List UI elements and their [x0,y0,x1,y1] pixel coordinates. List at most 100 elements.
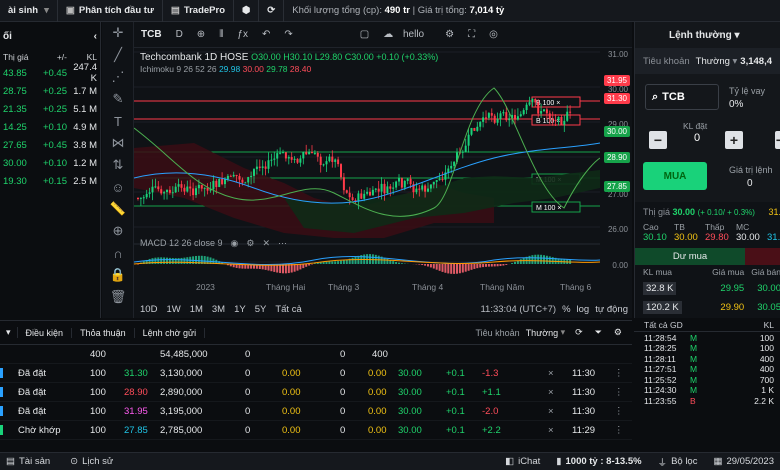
range-button[interactable]: 1Y [234,304,246,315]
cloud-icon[interactable]: ☁ hello [383,29,431,40]
filter-icon[interactable]: ⏷ [595,327,602,338]
buy-button[interactable]: MUA [643,162,707,190]
ratio-value: 0% [729,99,744,110]
fullscreen-icon[interactable]: ⛶ [468,29,475,40]
brush-icon[interactable]: ✎ [102,88,134,110]
watchlist-row[interactable]: 28.75 +0.25 1.7 M [0,82,100,100]
row-menu-icon[interactable]: ⋮ [614,368,624,379]
close-icon[interactable]: ✕ [262,238,270,249]
account-select[interactable]: Thường [696,56,730,67]
text-icon[interactable]: T [102,110,134,132]
range-button[interactable]: Tất cả [275,304,301,315]
crosshair-icon[interactable]: ✛ [102,22,134,44]
ruler-icon[interactable]: 📏 [102,198,134,220]
watchlist-row[interactable]: 43.85 +0.45 247.4 K [0,62,100,84]
share-button[interactable]: ⬢ [234,0,260,22]
undo-icon[interactable]: ↶ [262,29,270,40]
order-row[interactable]: Đã đặt 100 28.90 2,890,000 0 0.00 0 0.00 30.00 +0… [0,383,632,402]
pattern-icon[interactable]: ⋈ [102,132,134,154]
tab-pending[interactable]: Lệnh chờ gửi [135,327,206,338]
trash-icon[interactable]: 🗑 [102,286,134,308]
lock-icon[interactable]: 🔒 [102,264,134,286]
order-row[interactable]: Đã đặt 100 31.95 3,195,000 0 0.00 0 0.00 30.00 +0… [0,402,632,421]
magnet-icon[interactable]: ∩ [102,242,134,264]
layout-icon[interactable]: ▢ [360,29,369,40]
forecast-icon[interactable]: ⇅ [102,154,134,176]
menu-asset[interactable]: ài sinh ▾ [0,0,58,22]
price-chart[interactable]: B 100 ×B 100 ×M 100 ×M 100 × [134,48,600,318]
watchlist-row[interactable]: 14.25 +0.10 4.9 M [0,118,100,136]
menu-analysis[interactable]: ▣ Phân tích đầu tư [58,0,163,22]
candle-body [487,113,490,118]
candle-body [334,159,337,162]
range-button[interactable]: 1M [190,304,203,315]
cancel-order-icon[interactable]: × [548,368,554,379]
tab-agreement[interactable]: Thỏa thuận [72,327,135,338]
qty-minus-button[interactable]: − [649,131,667,149]
watchlist-row[interactable]: 30.00 +0.10 1.2 M [0,154,100,172]
price-minus-button[interactable]: − [775,131,780,149]
settings-icon[interactable]: ⚙ [445,29,454,40]
log-toggle[interactable]: log [577,304,590,315]
trades-filter[interactable]: Tất cả GD [634,320,694,330]
order-badge[interactable]: M 100 × [531,201,581,213]
compare-icon[interactable]: ⊕ [197,29,205,40]
chart-type-icon[interactable]: ⫴ [219,29,223,40]
more-icon[interactable]: ⋯ [278,238,287,249]
svg-text:M 100 ×: M 100 × [536,205,562,212]
percent-toggle[interactable]: % [562,304,570,315]
candle-body [299,158,302,163]
order-row[interactable]: Đã đặt 100 31.30 3,130,000 0 0.00 0 0.00 30.00 +0… [0,364,632,383]
gear-icon[interactable]: ⚙ [246,238,254,249]
filter-link[interactable]: Bộ lọc [671,456,697,467]
snapshot-icon[interactable]: ◎ [489,29,498,40]
tab-conditional[interactable]: Điều kiện [18,327,73,338]
candle-body [186,186,189,192]
chat-link[interactable]: iChat [518,456,540,467]
cancel-order-icon[interactable]: × [548,406,554,417]
bid-row[interactable]: 32.8 K 29.95 30.00 [635,279,780,298]
interval-selector[interactable]: D [176,29,183,40]
watchlist-row[interactable]: 21.35 +0.25 5.1 M [0,100,100,118]
qty-plus-button[interactable]: + [725,131,743,149]
watchlist-row[interactable]: 27.65 +0.45 3.8 M [0,136,100,154]
menu-tradepro[interactable]: ▤ TradePro [163,0,234,22]
bid-row[interactable]: 120.2 K 29.90 30.05 [635,298,780,317]
cancel-order-icon[interactable]: × [548,387,554,398]
row-menu-icon[interactable]: ⋮ [614,406,624,417]
emoji-icon[interactable]: ☺ [102,176,134,198]
orders-account-select[interactable]: Thường [526,328,558,338]
candle-body [438,179,441,181]
row-menu-icon[interactable]: ⋮ [614,425,624,436]
trendline-icon[interactable]: ╱ [102,44,134,66]
range-button[interactable]: 10D [140,304,157,315]
qty-input[interactable]: 0 [671,132,723,144]
refresh-button[interactable]: ⟳ [259,0,285,22]
macd-bar [490,264,493,267]
indicator-icon[interactable]: ƒx [237,29,248,40]
collapse-icon[interactable]: ‹ [94,31,97,42]
symbol-selector[interactable]: TCB [141,29,162,40]
row-menu-icon[interactable]: ⋮ [614,387,624,398]
fib-icon[interactable]: ⋰ [102,66,134,88]
tab-dummy[interactable]: ▾ [0,327,18,338]
candle-body [453,161,456,166]
range-button[interactable]: 3M [212,304,225,315]
range-button[interactable]: 5Y [255,304,267,315]
eye-icon[interactable]: ◉ [231,238,239,249]
symbol-input[interactable]: ⌕ TCB [645,84,719,110]
redo-icon[interactable]: ↷ [284,29,292,40]
auto-toggle[interactable]: tự động [595,304,628,315]
assets-link[interactable]: Tài sản [19,456,50,467]
settings-orders-icon[interactable]: ⚙ [614,327,622,338]
trade-side: M [690,364,698,375]
cancel-order-icon[interactable]: × [548,425,554,436]
zoom-icon[interactable]: ⊕ [102,220,134,242]
range-button[interactable]: 1W [166,304,180,315]
order-mode[interactable]: Lệnh thường ▾ [635,22,780,48]
history-link[interactable]: Lịch sử [82,456,113,467]
order-row[interactable]: Chờ khớp 100 27.85 2,785,000 0 0.00 0 0.00 30.00… [0,421,632,440]
candle-body [435,180,438,182]
refresh-orders-icon[interactable]: ⟳ [575,327,583,338]
watchlist-row[interactable]: 19.30 +0.15 2.5 M [0,172,100,190]
